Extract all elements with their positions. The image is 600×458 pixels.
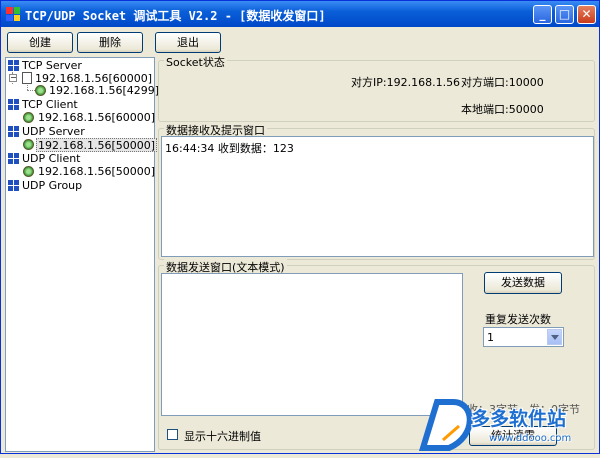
group-icon bbox=[8, 99, 19, 110]
tree-tcp-client-conn[interactable]: 192.168.1.56[60000] bbox=[38, 111, 155, 124]
group-icon bbox=[8, 126, 19, 137]
tree-tcp-client[interactable]: TCP Client bbox=[22, 98, 78, 111]
tree-udp-client-conn[interactable]: 192.168.1.56[50000] bbox=[38, 165, 155, 178]
tree-udp-group[interactable]: UDP Group bbox=[22, 179, 82, 192]
send-input[interactable] bbox=[161, 273, 463, 416]
group-icon bbox=[8, 60, 19, 71]
minimize-button[interactable]: _ bbox=[533, 5, 552, 24]
tree-line bbox=[27, 90, 35, 91]
receive-log-line: 16:44:34 收到数据：123 bbox=[165, 142, 294, 155]
repeat-count-select[interactable]: 1 bbox=[483, 327, 564, 347]
connection-icon bbox=[35, 85, 46, 96]
tree-tcp-server[interactable]: TCP Server bbox=[22, 59, 82, 72]
remote-ip-label: 对方IP:192.168.1.56 bbox=[351, 76, 461, 89]
title-bar[interactable]: TCP/UDP Socket 调试工具 V2.2 - [数据收发窗口] _ □ … bbox=[1, 1, 599, 27]
connection-icon bbox=[23, 139, 34, 150]
group-icon bbox=[8, 153, 19, 164]
tree-udp-client[interactable]: UDP Client bbox=[22, 152, 81, 165]
close-button[interactable]: ✕ bbox=[577, 5, 596, 24]
connection-icon bbox=[23, 166, 34, 177]
send-data-button[interactable]: 发送数据 bbox=[484, 272, 562, 294]
watermark-url: www.ddooo.com bbox=[489, 433, 572, 444]
delete-button[interactable]: 删除 bbox=[77, 32, 143, 53]
window-title: TCP/UDP Socket 调试工具 V2.2 - [数据收发窗口] bbox=[25, 9, 326, 23]
create-button[interactable]: 创建 bbox=[7, 32, 73, 53]
socket-tree[interactable]: TCP Server − 192.168.1.56[60000] 192.168… bbox=[5, 57, 159, 452]
tree-udp-server-conn-selected[interactable]: 192.168.1.56[50000] bbox=[36, 138, 158, 152]
repeat-count-label: 重复发送次数 bbox=[485, 313, 551, 326]
exit-button[interactable]: 退出 bbox=[155, 32, 221, 53]
repeat-count-value: 1 bbox=[487, 331, 494, 344]
app-grid-icon bbox=[6, 7, 20, 21]
server-doc-icon bbox=[22, 72, 32, 84]
receive-log[interactable]: 16:44:34 收到数据：123 bbox=[161, 136, 594, 257]
hex-checkbox-label: 显示十六进制值 bbox=[184, 430, 261, 443]
group-icon bbox=[8, 180, 19, 191]
tree-tcp-server-conn[interactable]: 192.168.1.56[4299] bbox=[49, 84, 159, 97]
local-port-label: 本地端口:50000 bbox=[461, 103, 544, 116]
tree-udp-server[interactable]: UDP Server bbox=[22, 125, 85, 138]
socket-status-title: Socket状态 bbox=[164, 54, 227, 70]
watermark-text: 多多软件站 bbox=[471, 408, 567, 430]
maximize-button[interactable]: □ bbox=[555, 5, 574, 24]
connection-icon bbox=[23, 112, 34, 123]
main-window: TCP/UDP Socket 调试工具 V2.2 - [数据收发窗口] _ □ … bbox=[0, 0, 600, 454]
hex-checkbox[interactable] bbox=[167, 429, 178, 440]
remote-port-label: 对方端口:10000 bbox=[461, 76, 544, 89]
chevron-down-icon[interactable] bbox=[547, 329, 562, 345]
collapse-icon[interactable]: − bbox=[9, 74, 17, 82]
watermark: 多多软件站 www.ddooo.com bbox=[418, 396, 600, 455]
